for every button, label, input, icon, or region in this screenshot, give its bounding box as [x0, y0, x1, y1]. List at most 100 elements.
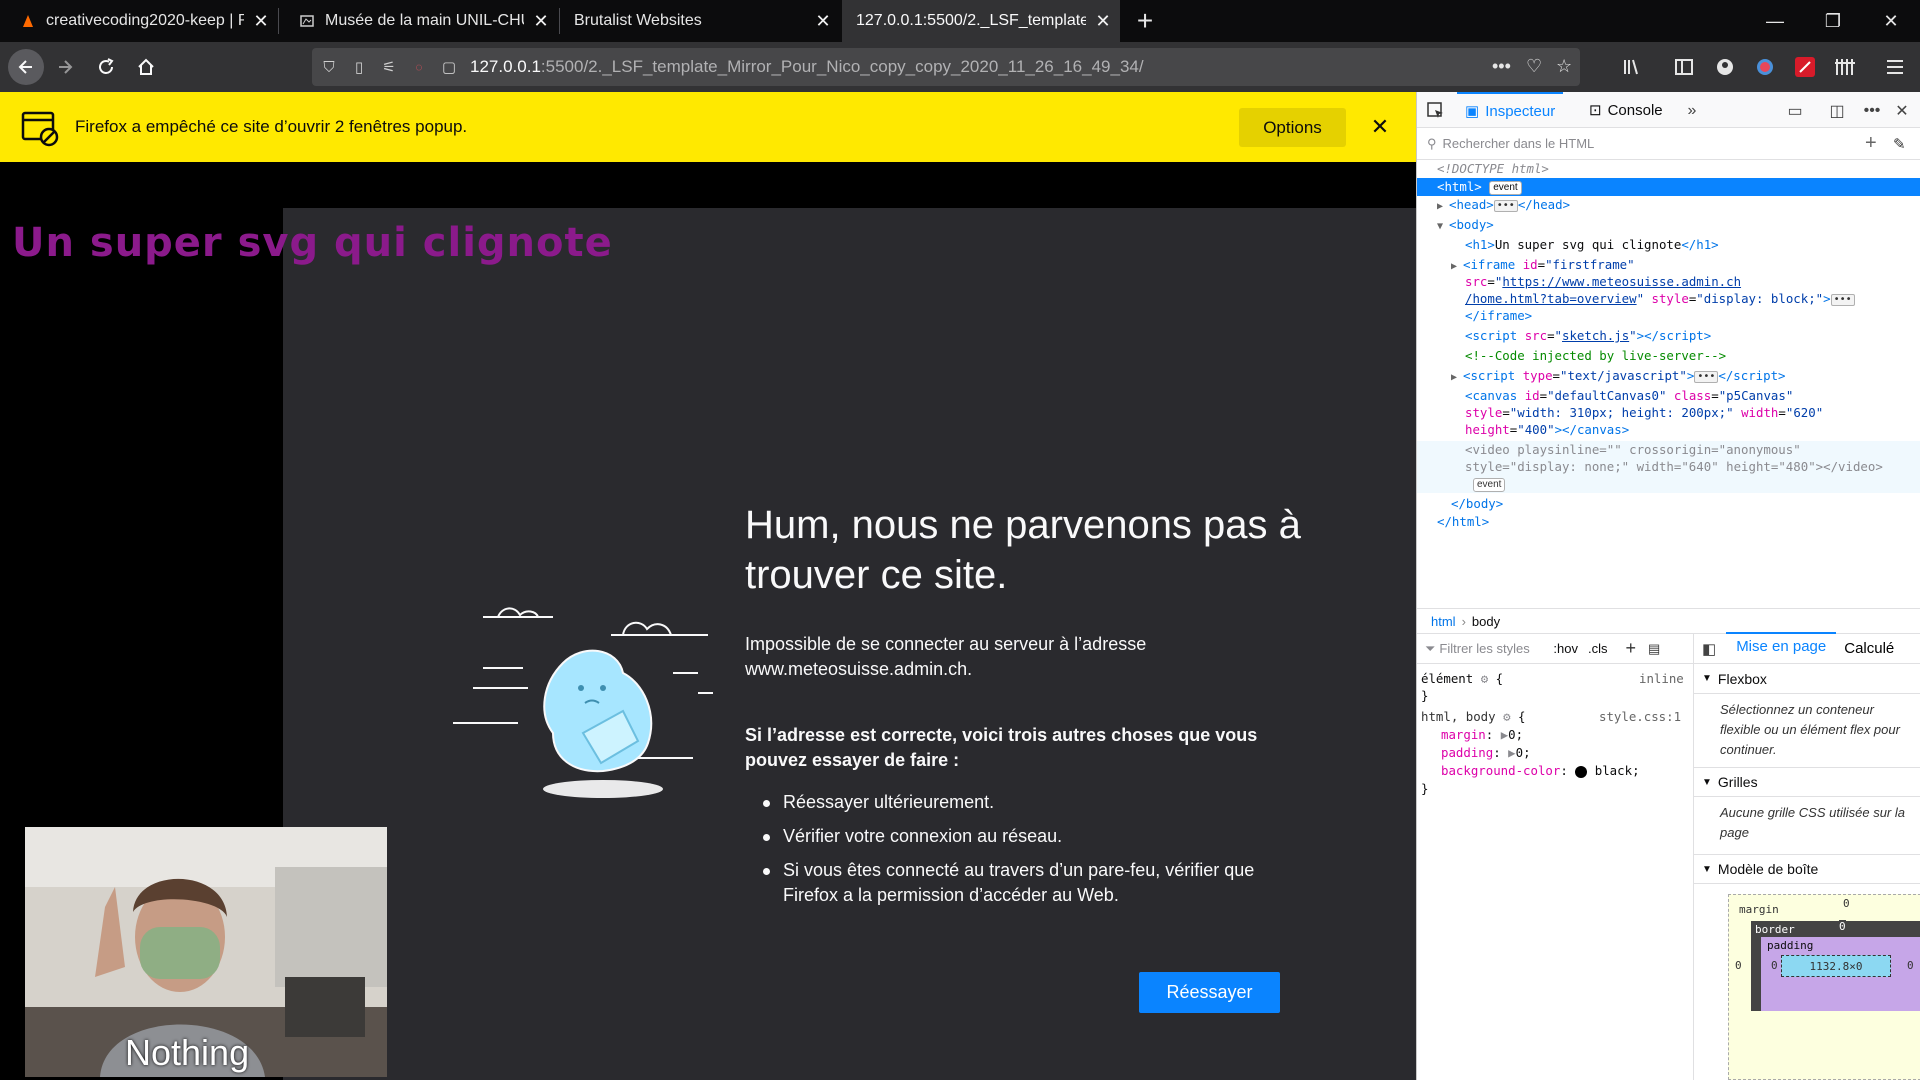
markup-search-bar[interactable]: ⚲ Rechercher dans le HTML + ✎ — [1417, 128, 1920, 160]
tab-console[interactable]: ⊡ Console — [1583, 92, 1669, 128]
tab-creativecoding[interactable]: creativecoding2020-keep | Rise ✕ — [0, 0, 278, 42]
close-devtools-icon[interactable]: ✕ — [1891, 100, 1913, 122]
box-model-margin-top[interactable]: 0 — [1843, 897, 1850, 910]
hamburger-menu-icon[interactable] — [1882, 54, 1908, 80]
markup-line-body-close[interactable]: </body> — [1417, 495, 1920, 513]
markup-view[interactable]: <!DOCTYPE html> <html> event ▶ <head> ••• <… — [1417, 160, 1920, 608]
markup-line-doctype[interactable]: <!DOCTYPE html> — [1417, 160, 1920, 178]
page-info-icon[interactable]: ▯ — [346, 58, 372, 76]
popup-blocked-icon — [21, 111, 59, 147]
flexbox-section-header[interactable]: ▼ Flexbox — [1694, 664, 1920, 694]
boxmodel-section-header[interactable]: ▼ Modèle de boîte — [1694, 854, 1920, 884]
markup-line-html[interactable]: <html> event — [1417, 178, 1920, 196]
retry-button[interactable]: Réessayer — [1139, 972, 1280, 1013]
box-model-padding-left[interactable]: 0 — [1771, 959, 1778, 972]
close-tab-icon[interactable]: ✕ — [1086, 11, 1120, 32]
markup-line-script-sketch[interactable]: <script src="sketch.js"></script> — [1417, 327, 1920, 345]
url-bar[interactable]: ⛉ ▯ ⚟ ◌ ▢ 127.0.0.1:5500/2._LSF_template… — [312, 48, 1580, 86]
home-button[interactable] — [129, 50, 163, 84]
declaration-padding[interactable]: padding: ▶0; — [1441, 744, 1531, 762]
markup-line-canvas-height[interactable]: height="400"></canvas> — [1417, 421, 1920, 439]
page-actions-icon[interactable]: ••• — [1492, 56, 1511, 77]
rule-html-body[interactable]: html, body ⚙ { — [1421, 708, 1525, 726]
markup-line-body[interactable]: ▼ <body> — [1417, 216, 1920, 234]
more-tools-chevron-icon[interactable]: » — [1681, 100, 1703, 122]
markup-line-iframe-close[interactable]: </iframe> — [1417, 307, 1920, 325]
tab-musee[interactable]: Musée de la main UNIL-CHUV | ✕ — [279, 0, 558, 42]
sidebar-icon[interactable] — [1671, 54, 1697, 80]
permissions-icon[interactable]: ⚟ — [376, 58, 402, 76]
extension-bars-icon[interactable] — [1832, 54, 1858, 80]
pocket-icon[interactable]: ♡ — [1526, 56, 1542, 77]
close-tab-icon[interactable]: ✕ — [244, 11, 278, 32]
cls-toggle[interactable]: .cls — [1588, 641, 1608, 656]
markup-line-video-badge[interactable]: event — [1417, 475, 1920, 493]
tab-localhost-active[interactable]: 127.0.0.1:5500/2._LSF_template_Mir ✕ — [842, 0, 1120, 42]
hov-toggle[interactable]: :hov — [1553, 641, 1578, 656]
element-picker-icon[interactable] — [1425, 100, 1447, 122]
grids-section-header[interactable]: ▼ Grilles — [1694, 767, 1920, 797]
box-model-border[interactable]: border 0 padding 0 1132.8×0 0 — [1751, 920, 1920, 1011]
devtools-menu-icon[interactable]: ••• — [1861, 100, 1883, 122]
minimize-button[interactable]: — — [1746, 0, 1804, 42]
extension-colorful-icon[interactable] — [1752, 54, 1778, 80]
extension-red-icon[interactable] — [1792, 54, 1818, 80]
tab-inspector[interactable]: ▣ Inspecteur — [1457, 92, 1564, 128]
close-notification-icon[interactable]: ✕ — [1365, 112, 1395, 142]
restore-button[interactable]: ❐ — [1804, 0, 1862, 42]
markup-line-canvas-style[interactable]: style="width: 310px; height: 200px;" wid… — [1417, 404, 1920, 422]
box-model-border-top[interactable]: 0 — [1839, 920, 1846, 933]
declaration-background[interactable]: background-color: black; — [1441, 762, 1640, 780]
dock-side-icon[interactable]: ◫ — [1826, 100, 1848, 122]
box-model-margin-left[interactable]: 0 — [1735, 959, 1742, 972]
markup-line-head[interactable]: ▶ <head> ••• </head> — [1417, 196, 1920, 214]
tracking-protection-shield-icon[interactable]: ⛉ — [316, 59, 342, 76]
new-tab-button[interactable]: + — [1116, 0, 1174, 42]
event-badge[interactable]: event — [1489, 180, 1522, 195]
tab-brutalist[interactable]: Brutalist Websites ✕ — [560, 0, 840, 42]
markup-line-video-style[interactable]: style="display: none;" width="640" heigh… — [1417, 458, 1920, 476]
popup-block-indicator-icon[interactable]: ▢ — [436, 58, 462, 76]
markup-line-canvas[interactable]: <canvas id="defaultCanvas0" class="p5Can… — [1417, 387, 1920, 405]
add-node-icon[interactable]: + — [1865, 132, 1877, 155]
options-button[interactable]: Options — [1239, 108, 1346, 147]
rule-element[interactable]: élément ⚙ { — [1421, 670, 1503, 688]
bookmark-star-icon[interactable]: ☆ — [1556, 56, 1572, 77]
reload-button[interactable] — [89, 50, 123, 84]
close-tab-icon[interactable]: ✕ — [524, 11, 558, 32]
close-window-button[interactable]: ✕ — [1862, 0, 1920, 42]
box-model-diagram[interactable]: margin 0 0 border 0 padding 0 1132.8×0 0 — [1728, 894, 1920, 1080]
tab-mise-en-page[interactable]: Mise en page — [1726, 632, 1837, 659]
filter-styles-input[interactable]: Filtrer les styles — [1439, 641, 1549, 656]
color-swatch[interactable] — [1575, 765, 1588, 778]
markup-line-iframe-src[interactable]: src="https://www.meteosuisse.admin.ch — [1417, 273, 1920, 291]
markup-line-h1[interactable]: <h1>Un super svg qui clignote</h1> — [1417, 236, 1920, 254]
breadcrumb-item-html[interactable]: html — [1431, 614, 1456, 629]
markup-line-comment[interactable]: <!--Code injected by live-server--> — [1417, 347, 1920, 365]
box-model-content[interactable]: 1132.8×0 — [1781, 955, 1891, 977]
close-tab-icon[interactable]: ✕ — [806, 11, 840, 32]
markup-line-html-close[interactable]: </html> — [1417, 513, 1920, 531]
box-model-padding-right[interactable]: 0 — [1907, 959, 1914, 972]
breadcrumb-item-body[interactable]: body — [1472, 614, 1500, 629]
print-simulation-icon[interactable]: ▤ — [1648, 641, 1660, 657]
markup-line-script-text[interactable]: ▶ <script type="text/javascript"> ••• </scr… — [1417, 367, 1920, 385]
event-badge[interactable]: event — [1473, 477, 1506, 492]
add-rule-icon[interactable]: + — [1625, 638, 1636, 659]
markup-line-iframe-src2[interactable]: /home.html?tab=overview" style="display:… — [1417, 290, 1920, 308]
markup-line-iframe[interactable]: ▶ <iframe id="firstframe" — [1417, 256, 1920, 274]
eyedropper-icon[interactable]: ✎ — [1893, 135, 1906, 153]
popup-blocked-icon[interactable]: ◌ — [406, 60, 432, 74]
markup-search-input[interactable]: Rechercher dans le HTML — [1443, 136, 1595, 151]
tab-calcule[interactable]: Calculé — [1844, 640, 1894, 657]
account-icon[interactable] — [1712, 54, 1738, 80]
responsive-design-icon[interactable]: ▭ — [1784, 100, 1806, 122]
rise-favicon-icon — [23, 15, 33, 27]
declaration-margin[interactable]: margin: ▶0; — [1441, 726, 1523, 744]
box-model-padding[interactable]: padding 0 1132.8×0 0 — [1761, 937, 1920, 1011]
forward-button[interactable] — [48, 50, 82, 84]
toggle-sidebar-icon[interactable]: ◧ — [1702, 640, 1716, 658]
rule-source-link[interactable]: style.css:1 — [1599, 708, 1681, 726]
library-icon[interactable] — [1620, 54, 1646, 80]
back-button[interactable] — [8, 49, 44, 85]
